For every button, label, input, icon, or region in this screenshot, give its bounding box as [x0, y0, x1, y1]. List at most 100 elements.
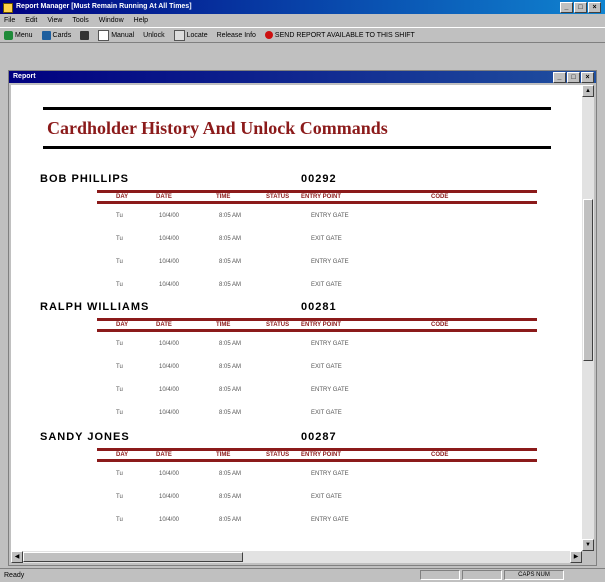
- cell-date: 10/4/00: [159, 282, 180, 288]
- print-button[interactable]: [80, 30, 90, 40]
- report-minimize-button[interactable]: _: [553, 72, 566, 83]
- table-row: Tu 10/4/00 8:05 AM ENTRY GATE: [11, 259, 582, 269]
- cell-day: Tu: [116, 282, 123, 288]
- cell-time: 8:05 AM: [219, 259, 242, 265]
- toolbar: Menu Cards Manual Unlock Locate Release …: [0, 27, 605, 43]
- cell-date: 10/4/00: [159, 364, 180, 370]
- scroll-left-button[interactable]: ◀: [11, 551, 23, 563]
- horizontal-scrollbar[interactable]: ◀ ▶: [11, 551, 582, 563]
- report-maximize-button[interactable]: □: [567, 72, 580, 83]
- locate-button-label: Locate: [186, 31, 208, 39]
- menu-edit[interactable]: Edit: [25, 15, 37, 26]
- column-header: CODE: [431, 322, 449, 328]
- app-icon: [3, 3, 13, 13]
- cell-date: 10/4/00: [159, 236, 180, 242]
- column-header: DAY: [116, 322, 129, 328]
- table-row: Tu 10/4/00 8:05 AM EXIT GATE: [11, 494, 582, 504]
- cell-time: 8:05 AM: [219, 410, 242, 416]
- maximize-button[interactable]: □: [574, 2, 587, 13]
- table-row: Tu 10/4/00 8:05 AM EXIT GATE: [11, 364, 582, 374]
- cardholder-id: 00287: [301, 431, 337, 443]
- print-icon: [80, 30, 90, 40]
- scroll-right-button[interactable]: ▶: [570, 551, 582, 563]
- locate-icon: [173, 29, 185, 41]
- table-row: Tu 10/4/00 8:05 AM ENTRY GATE: [11, 387, 582, 397]
- cell-entry: EXIT GATE: [311, 410, 342, 416]
- release-info-label: Release Info: [216, 31, 256, 39]
- scroll-up-button[interactable]: ▲: [582, 85, 594, 97]
- cell-day: Tu: [116, 494, 123, 500]
- cards-button[interactable]: Cards: [41, 30, 72, 40]
- cell-date: 10/4/00: [159, 494, 180, 500]
- cell-entry: EXIT GATE: [311, 364, 342, 370]
- release-info-button[interactable]: Release Info: [217, 32, 256, 39]
- menu-help[interactable]: Help: [134, 15, 148, 26]
- cell-date: 10/4/00: [159, 213, 180, 219]
- menu-file[interactable]: File: [4, 15, 15, 26]
- cell-entry: ENTRY GATE: [311, 471, 349, 477]
- send-report-button[interactable]: SEND REPORT AVAILABLE TO THIS SHIFT: [264, 31, 415, 39]
- cell-entry: EXIT GATE: [311, 494, 342, 500]
- report-page: Cardholder History And Unlock Commands B…: [11, 85, 582, 551]
- column-header: ENTRY POINT: [301, 322, 342, 328]
- column-header: CODE: [431, 194, 449, 200]
- menu-button[interactable]: Menu: [4, 30, 33, 40]
- column-header: ENTRY POINT: [301, 194, 342, 200]
- cell-date: 10/4/00: [159, 410, 180, 416]
- horizontal-scroll-thumb[interactable]: [23, 552, 243, 562]
- table-row: Tu 10/4/00 8:05 AM EXIT GATE: [11, 282, 582, 292]
- column-header: TIME: [216, 452, 231, 458]
- app-title: Report Manager [Must Remain Running At A…: [16, 3, 192, 10]
- red-dot-icon: [264, 31, 273, 39]
- cell-time: 8:05 AM: [219, 213, 242, 219]
- vertical-scrollbar[interactable]: ▲ ▼: [582, 85, 594, 551]
- table-row: Tu 10/4/00 8:05 AM ENTRY GATE: [11, 471, 582, 481]
- cell-day: Tu: [116, 341, 123, 347]
- report-close-button[interactable]: ×: [581, 72, 594, 83]
- vertical-scroll-thumb[interactable]: [583, 199, 593, 361]
- table-row: Tu 10/4/00 8:05 AM ENTRY GATE: [11, 213, 582, 223]
- unlock-button[interactable]: Unlock: [143, 32, 164, 39]
- close-button[interactable]: ×: [588, 2, 601, 13]
- column-header: STATUS: [266, 452, 290, 458]
- column-header: DATE: [156, 194, 172, 200]
- scroll-down-button[interactable]: ▼: [582, 539, 594, 551]
- column-header: CODE: [431, 452, 449, 458]
- menu-tools[interactable]: Tools: [72, 15, 88, 26]
- cell-time: 8:05 AM: [219, 236, 242, 242]
- locate-button[interactable]: Locate: [173, 29, 208, 41]
- cell-entry: EXIT GATE: [311, 282, 342, 288]
- cell-date: 10/4/00: [159, 387, 180, 393]
- cell-entry: ENTRY GATE: [311, 213, 349, 219]
- send-report-label: SEND REPORT AVAILABLE TO THIS SHIFT: [274, 31, 415, 39]
- cardholder-name: SANDY JONES: [40, 431, 130, 443]
- window-controls: _ □ ×: [560, 2, 601, 13]
- minimize-button[interactable]: _: [560, 2, 573, 13]
- cell-date: 10/4/00: [159, 341, 180, 347]
- cell-day: Tu: [116, 259, 123, 265]
- cardholder-id: 00281: [301, 301, 337, 313]
- unlock-button-label: Unlock: [143, 31, 165, 39]
- manual-button[interactable]: Manual: [98, 29, 134, 41]
- status-icon: [98, 29, 110, 41]
- menu-window[interactable]: Window: [99, 15, 124, 26]
- cell-entry: EXIT GATE: [311, 236, 342, 242]
- cardholder-name: RALPH WILLIAMS: [40, 301, 150, 313]
- cell-date: 10/4/00: [159, 517, 180, 523]
- cards-icon: [41, 30, 51, 40]
- report-window-controls: _ □ ×: [553, 72, 594, 83]
- menu-icon: [4, 30, 13, 40]
- cards-button-label: Cards: [52, 31, 72, 39]
- cell-entry: ENTRY GATE: [311, 387, 349, 393]
- cell-day: Tu: [116, 387, 123, 393]
- table-row: Tu 10/4/00 8:05 AM ENTRY GATE: [11, 517, 582, 527]
- menu-view[interactable]: View: [47, 15, 62, 26]
- cell-time: 8:05 AM: [219, 517, 242, 523]
- report-window: Report _ □ × Cardholder History And Unlo…: [8, 70, 597, 566]
- report-window-title-bar: Report _ □ ×: [9, 71, 596, 83]
- cell-day: Tu: [116, 471, 123, 477]
- cell-day: Tu: [116, 364, 123, 370]
- cardholder-id: 00292: [301, 173, 337, 185]
- cell-time: 8:05 AM: [219, 387, 242, 393]
- status-text: Ready: [4, 572, 25, 579]
